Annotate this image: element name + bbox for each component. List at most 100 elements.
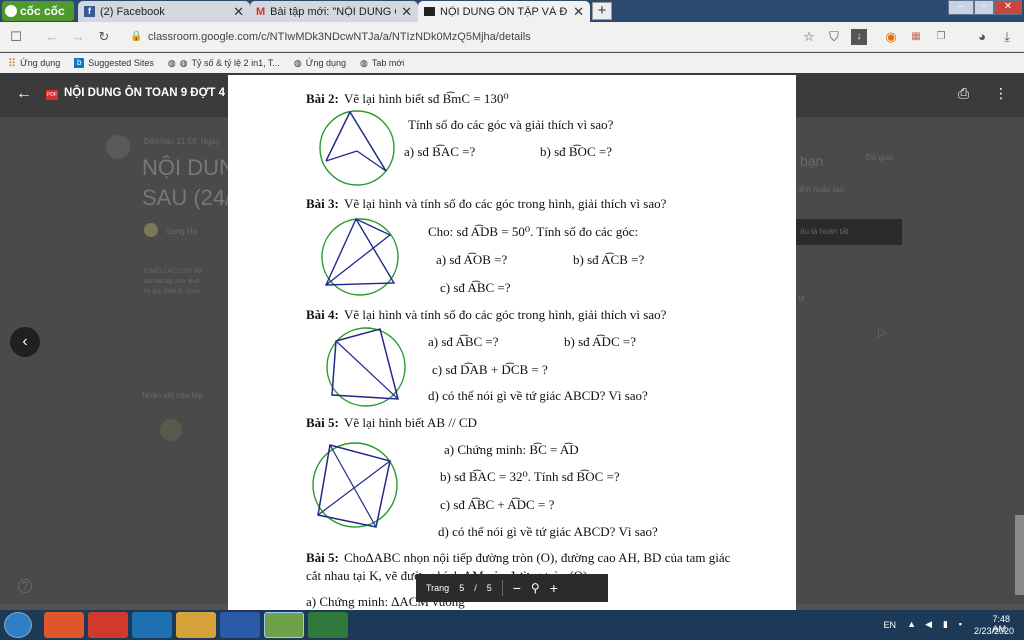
tab-label: Bài tập mới: "NỘI DUNG ÔN — [270, 5, 396, 18]
facebook-icon: f — [84, 6, 95, 17]
close-tab-icon[interactable]: ✕ — [401, 4, 412, 20]
app-icon[interactable] — [176, 612, 216, 638]
bookmark-label: Ứng dụng — [305, 58, 346, 68]
close-tab-icon[interactable]: ✕ — [573, 4, 584, 20]
zoom-icon[interactable]: ⚲ — [531, 581, 540, 595]
url-text: classroom.google.com/c/NTIwMDk3NDcwNTJa/… — [148, 31, 531, 43]
mark-done-button[interactable]: ấu là hoàn tất — [796, 219, 902, 245]
previous-item-button[interactable]: ‹ — [10, 327, 40, 357]
page-current[interactable]: 5 — [459, 583, 464, 593]
address-bar[interactable]: 🔒 classroom.google.com/c/NTIwMDk3NDcwNTJ… — [120, 26, 860, 48]
scrollbar[interactable] — [1015, 515, 1024, 595]
teamviewer-icon[interactable] — [132, 612, 172, 638]
windows-icon[interactable]: ❐ — [933, 29, 949, 45]
excel-icon[interactable] — [308, 612, 348, 638]
pdf-file-icon: PDF — [46, 90, 58, 100]
close-window-button[interactable]: ✕ — [994, 0, 1022, 15]
action-center-icon[interactable]: ▪ — [959, 619, 962, 629]
browser-toolbar: ☐ ← → ↻ 🔒 classroom.google.com/c/NTIwMDk… — [0, 22, 1024, 52]
help-icon[interactable]: ? — [18, 579, 32, 593]
show-hidden-icons-icon[interactable]: ▲ — [907, 619, 916, 629]
close-tab-icon[interactable]: ✕ — [233, 4, 244, 20]
bookmark-label: Ứng dụng — [20, 58, 61, 68]
bookmark-label: Suggested Sites — [88, 58, 154, 68]
page-total: 5 — [486, 583, 492, 593]
profile-icon[interactable]: ◕ — [974, 29, 990, 45]
assigned-status: Đã giao — [866, 153, 894, 162]
author-name: Sang Ha — [166, 227, 198, 236]
bing-icon: b — [74, 58, 85, 68]
tab-classroom[interactable]: NỘI DUNG ÔN TẬP VÀ ĐỀ KI ✕ — [418, 1, 590, 22]
lock-icon: 🔒 — [130, 31, 143, 42]
body-text: CHÀO CÁC CON! MA — [144, 269, 204, 275]
tab-label: (2) Facebook — [100, 5, 165, 18]
bai4-figure — [326, 327, 406, 407]
globe-icon: ◍ — [293, 57, 302, 68]
language-indicator[interactable]: EN — [883, 620, 896, 630]
zoom-in-icon[interactable]: + — [550, 580, 558, 596]
bookmark-newtab[interactable]: ◍ Tab mới — [360, 58, 404, 69]
sidebar-toggle-icon[interactable]: ☐ — [8, 29, 24, 45]
network-icon[interactable]: ▮ — [943, 619, 948, 630]
bookmarks-bar: ⠿ Ứng dụng b Suggested Sites ◍ ◍ Tỷ số & tỷ … — [0, 53, 1024, 73]
back-arrow-icon[interactable]: ← — [16, 85, 32, 103]
classroom-icon — [424, 7, 435, 16]
forward-icon[interactable]: → — [70, 29, 86, 45]
coccoc-menu-button[interactable]: cốc cốc — [2, 1, 74, 21]
extension-icon[interactable]: ◉ — [883, 29, 899, 45]
due-date-text: Đến hạn 21:59, Ngày — [144, 137, 220, 146]
bookmark-apps[interactable]: ⠿ Ứng dụng — [8, 57, 60, 70]
download-icon[interactable]: ↓ — [851, 29, 867, 45]
divider — [501, 580, 503, 596]
tab-label: NỘI DUNG ÔN TẬP VÀ ĐỀ KI — [440, 5, 568, 18]
bai2-figure — [319, 110, 395, 186]
back-icon[interactable]: ← — [44, 29, 60, 45]
new-tab-button[interactable]: + — [592, 2, 612, 20]
globe-icon: ◍ — [167, 57, 176, 68]
tab-strip: cốc cốc f (2) Facebook ✕ M Bài tập mới: … — [0, 0, 1024, 22]
bookmark-star-icon[interactable]: ☆ — [801, 29, 817, 45]
bai4-statement: Vẽ lại hình và tính số đo các góc trong … — [344, 307, 667, 322]
shield-icon[interactable]: ⛉ — [826, 29, 842, 45]
bai3-statement: Vẽ lại hình và tính số đo các góc trong … — [344, 196, 667, 211]
send-icon[interactable]: ▷ — [878, 325, 887, 339]
bai5-part-a: a) Chứng minh: B͡C = A͡D — [444, 442, 579, 457]
calendar-icon[interactable]: ▦ — [908, 29, 924, 45]
volume-icon[interactable]: ◀ — [925, 619, 932, 630]
more-options-icon[interactable]: ⋮ — [994, 85, 1008, 102]
bai3-title: Bài 3: — [306, 196, 339, 211]
coccoc-taskbar-icon[interactable] — [264, 612, 304, 638]
bai5b-title: Bài 5: — [306, 550, 339, 565]
page-label: Trang — [426, 583, 450, 593]
bai5-part-b: b) sđ B͡AC = 32⁰. Tính sđ B͡OC =? — [440, 469, 620, 484]
tab-facebook[interactable]: f (2) Facebook ✕ — [78, 1, 250, 22]
tab-gmail[interactable]: M Bài tập mới: "NỘI DUNG ÔN ✕ — [250, 1, 418, 22]
bai3-part-b: b) sđ A͡CB =? — [573, 252, 645, 267]
bai4-part-d: d) có thể nói gì về tứ giác ABCD? Vì sao… — [428, 388, 648, 403]
security-app-icon[interactable] — [44, 612, 84, 638]
bai5-part-d: d) có thể nói gì về tứ giác ABCD? Vì sao… — [438, 524, 658, 539]
bai3-given: Cho: sđ A͡DB = 50⁰. Tính số đo các góc: — [428, 224, 639, 239]
bai3-figure — [321, 217, 399, 296]
bookmark-label: Tỷ số & tỷ lệ 2 in1, T... — [191, 58, 280, 68]
clock-date[interactable]: 2/23/2020 — [974, 626, 1014, 636]
zoom-out-icon[interactable]: − — [513, 580, 521, 596]
minimize-button[interactable]: – — [948, 0, 974, 15]
bai5b-statement: Cho∆ABC nhọn nội tiếp đường tròn (O), đư… — [344, 550, 731, 565]
downloads-icon[interactable]: ⤓ — [999, 29, 1015, 45]
bookmark-suggested[interactable]: b Suggested Sites — [74, 58, 154, 68]
maximize-button[interactable]: ▫ — [974, 0, 994, 15]
bai2-part-a: a) sđ B͡AC =? — [404, 144, 476, 159]
bookmark-tyso[interactable]: ◍ ◍ Tỷ số & tỷ lệ 2 in1, T... — [168, 58, 280, 69]
bookmark-apps-2[interactable]: ◍ Ứng dụng — [294, 58, 346, 69]
page-separator: / — [474, 583, 477, 593]
bai5-part-c: c) sđ A͡BC + A͡DC = ? — [440, 497, 555, 512]
start-button[interactable] — [4, 612, 32, 638]
bai2-question: Tính số đo các góc và giải thích vì sao? — [408, 117, 614, 132]
word-icon[interactable] — [220, 612, 260, 638]
bai4-title: Bài 4: — [306, 307, 339, 322]
pdf-reader-icon[interactable] — [88, 612, 128, 638]
reload-icon[interactable]: ↻ — [96, 29, 112, 45]
print-icon[interactable]: ⎙ — [958, 85, 969, 102]
bai4-part-c: c) sđ D͡AB + D͡CB = ? — [432, 362, 548, 377]
